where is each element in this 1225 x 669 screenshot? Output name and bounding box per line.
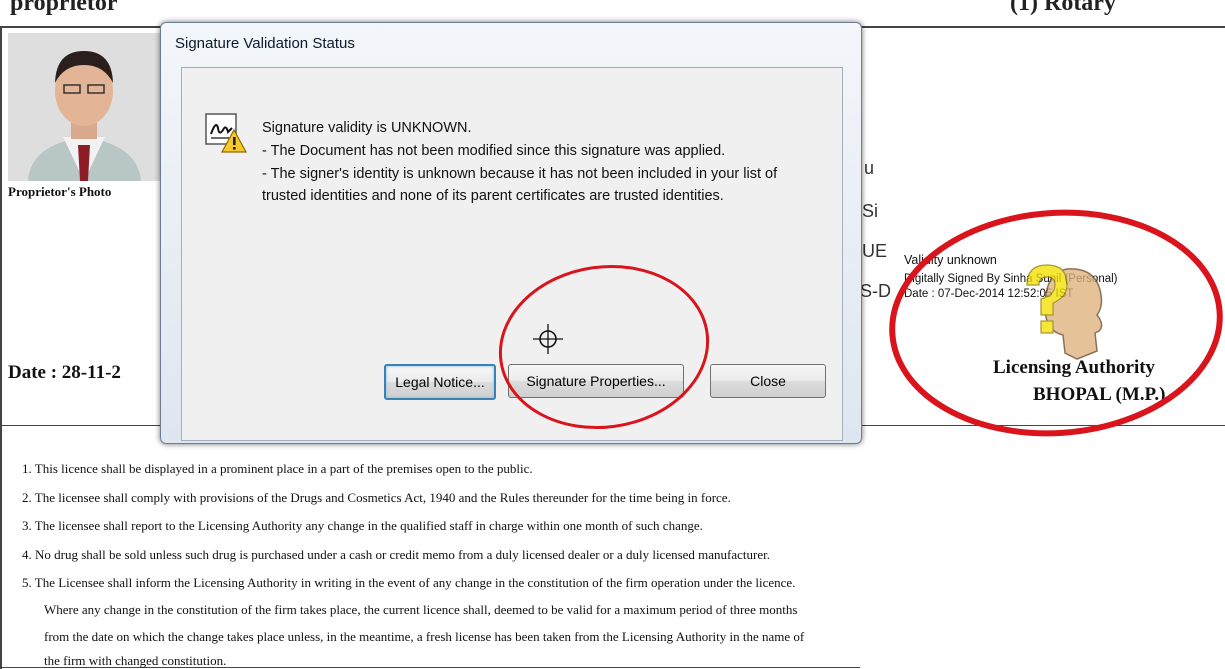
legal-notice-button[interactable]: Legal Notice... (384, 364, 496, 400)
crosshair-cursor-icon (533, 324, 563, 354)
validity-detail-identity: - The signer's identity is unknown becau… (262, 166, 778, 182)
top-cut-text-right: (1) Rotary (1010, 0, 1116, 16)
close-button[interactable]: Close (710, 364, 826, 398)
top-cut-text-left: proprietor (10, 0, 118, 16)
validity-detail-modified: - The Document has not been modified sin… (262, 143, 726, 159)
red-highlight-ellipse-properties (498, 264, 710, 430)
photo-caption: Proprietor's Photo (8, 184, 112, 199)
condition-item: 1. This licence shall be displayed in a … (22, 461, 533, 476)
signature-warning-icon (205, 113, 248, 153)
condition-item: 4. No drug shall be sold unless such dru… (22, 547, 770, 562)
table-left-border (0, 26, 2, 669)
validity-detail-identity-cont: trusted identities and none of its paren… (262, 188, 724, 204)
condition-item: 5. The Licensee shall inform the Licensi… (22, 575, 796, 590)
proprietor-photo (8, 33, 161, 181)
behind-fragment: Si (862, 201, 879, 221)
issue-date: Date : 28-11-2 (8, 362, 121, 383)
validity-headline: Signature validity is UNKNOWN. (262, 120, 472, 136)
red-highlight-ellipse-signature (889, 209, 1223, 437)
behind-fragment: u (864, 158, 875, 178)
condition-item-continued: the firm with changed constitution. (44, 653, 227, 668)
condition-item-continued: from the date on which the change takes … (44, 629, 805, 644)
condition-item-continued: Where any change in the constitution of … (44, 602, 798, 617)
condition-item: 2. The licensee shall comply with provis… (22, 490, 731, 505)
dialog-title: Signature Validation Status (175, 35, 355, 52)
condition-item: 3. The licensee shall report to the Lice… (22, 518, 703, 533)
